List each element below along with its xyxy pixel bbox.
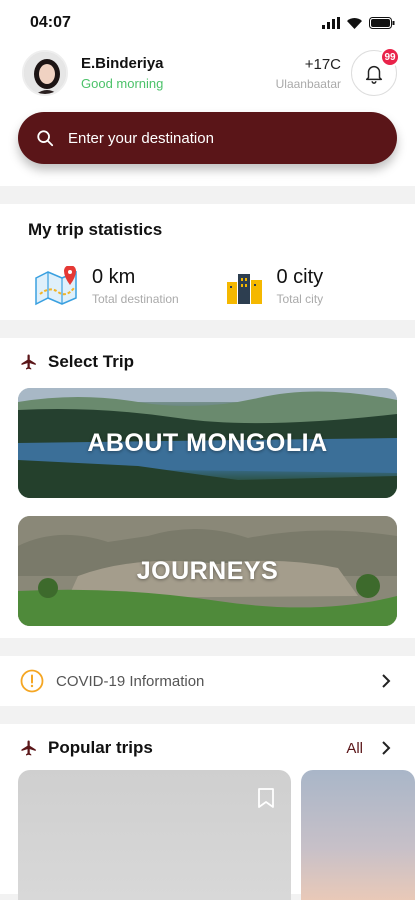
search-bar[interactable] [18, 112, 397, 164]
battery-icon [369, 17, 395, 29]
bell-icon [365, 65, 383, 84]
header-right: +17C Ulaanbaatar 99 [276, 47, 400, 96]
popular-trips-title: Popular trips [48, 738, 153, 757]
status-icons [322, 17, 395, 29]
journeys-banner[interactable]: JOURNEYS [18, 516, 397, 626]
all-label: All [346, 739, 363, 757]
popular-trip-card[interactable] [300, 770, 415, 900]
status-time: 04:07 [30, 14, 71, 31]
city-value: 0 city [276, 266, 324, 288]
covid-info-row[interactable]: COVID-19 Information [0, 656, 415, 706]
greeting: Good morning [81, 76, 164, 91]
about-mongolia-label: ABOUT MONGOLIA [87, 428, 328, 457]
distance-label: Total destination [92, 292, 179, 306]
search-input[interactable] [68, 129, 379, 147]
temperature: +17C [304, 55, 341, 73]
stat-distance: 0 km Total destination [34, 266, 225, 306]
airplane-icon [21, 354, 36, 370]
covid-label: COVID-19 Information [56, 672, 205, 690]
weather: +17C Ulaanbaatar [276, 56, 341, 91]
avatar[interactable] [22, 50, 68, 96]
chevron-right-icon [382, 674, 391, 688]
airplane-icon [21, 740, 36, 756]
bookmark-icon[interactable] [257, 788, 275, 808]
notification-button[interactable]: 99 [351, 47, 400, 96]
warning-icon [20, 669, 44, 693]
map-pin-icon [35, 266, 77, 306]
stat-city: 0 city Total city [225, 266, 415, 306]
wifi-icon [347, 18, 362, 29]
select-trip-header: Select Trip [0, 352, 415, 372]
popular-trips-header: Popular trips All [0, 738, 415, 758]
trip-statistics-card: My trip statistics 0 km Total destinatio… [0, 204, 415, 320]
status-bar: 04:07 [0, 0, 415, 46]
stats-title: My trip statistics [28, 220, 163, 239]
user-name: E.Binderiya [81, 55, 164, 72]
stats-row: 0 km Total destination 0 city Total city [0, 266, 415, 306]
city-name: Ulaanbaatar [275, 76, 341, 91]
top-section: 04:07 E.Binderiya Good morning +17C Ulaa… [0, 0, 415, 186]
distance-value: 0 km [92, 266, 136, 288]
app-screen: 04:07 E.Binderiya Good morning +17C Ulaa… [0, 0, 415, 900]
city-label: Total city [276, 292, 324, 306]
select-trip-card: Select Trip ABOUT MONGOLIA JOURNEYS [0, 338, 415, 638]
signal-icon [322, 17, 340, 29]
avatar-image [24, 52, 66, 94]
search-icon [37, 130, 54, 147]
city-buildings-icon [226, 274, 262, 304]
notification-badge: 99 [380, 47, 400, 67]
user-info: E.Binderiya Good morning [22, 50, 164, 96]
chevron-right-icon [382, 741, 391, 755]
popular-trips-card: Popular trips All [0, 724, 415, 900]
header: E.Binderiya Good morning +17C Ulaanbaata… [0, 46, 415, 100]
see-all-link[interactable]: All [346, 740, 391, 757]
about-mongolia-banner[interactable]: ABOUT MONGOLIA [18, 388, 397, 498]
select-trip-title: Select Trip [48, 352, 134, 371]
popular-trips-list [0, 770, 415, 900]
popular-trip-card[interactable] [18, 770, 291, 900]
journeys-label: JOURNEYS [136, 556, 279, 585]
